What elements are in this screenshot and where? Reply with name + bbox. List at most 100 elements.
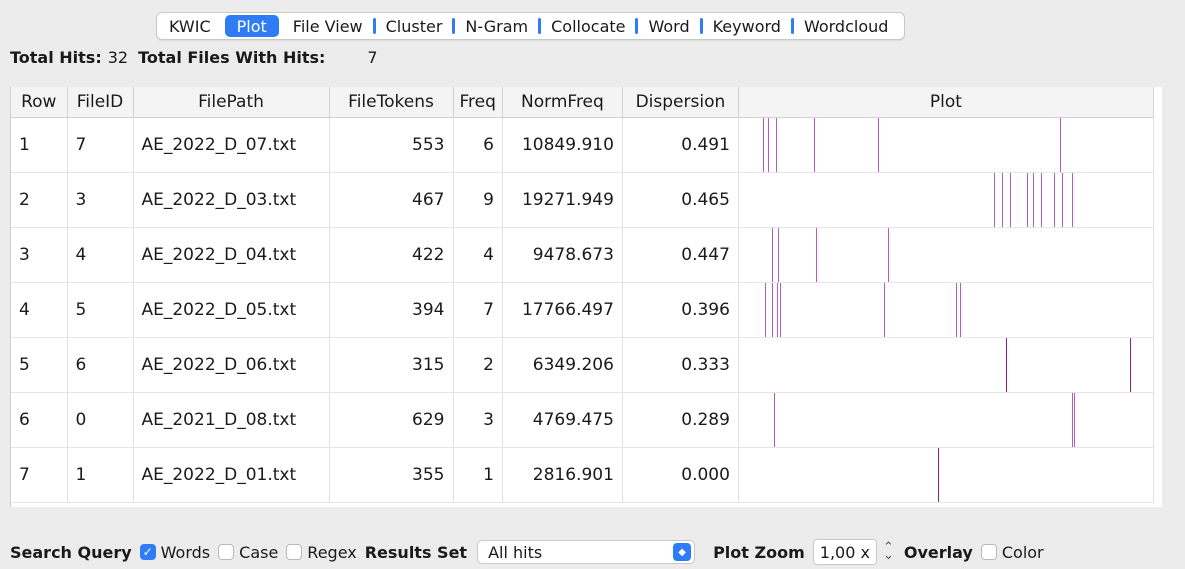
cell-freq: 3 — [453, 392, 503, 448]
cell-fileid: 0 — [67, 392, 134, 448]
cell-filepath: AE_2022_D_07.txt — [133, 117, 330, 173]
cell-filepath: AE_2022_D_04.txt — [133, 227, 330, 283]
tab-plot[interactable]: Plot — [224, 15, 279, 37]
cell-dispersion: 0.491 — [622, 117, 739, 173]
total-hits-label: Total Hits: — [10, 48, 102, 67]
zoom-stepper-icon[interactable]: ⌃ ⌄ — [883, 541, 894, 562]
total-hits-value: 32 — [107, 48, 129, 67]
cell-freq: 4 — [453, 227, 503, 283]
plot-zoom-input[interactable]: 1,00 x — [812, 539, 877, 565]
cell-normfreq: 4769.475 — [502, 392, 623, 448]
regex-label: Regex — [307, 542, 357, 562]
dispersion-plot — [937, 448, 939, 502]
cell-row: 3 — [11, 227, 68, 283]
total-files-value: 7 — [367, 48, 378, 67]
cell-filepath: AE_2022_D_06.txt — [133, 337, 330, 393]
cell-fileid: 4 — [67, 227, 134, 283]
case-label: Case — [239, 542, 279, 562]
table-row[interactable]: 1 7 AE_2022_D_07.txt 553 6 10849.910 0.491 — [11, 117, 1154, 173]
cell-tokens: 315 — [329, 337, 454, 393]
color-label: Color — [1001, 542, 1044, 562]
cell-plot — [738, 392, 1154, 448]
cell-fileid: 5 — [67, 282, 134, 338]
results-table[interactable]: Row FileID FilePath FileTokens Freq NormFreq D… — [10, 87, 1162, 507]
cell-tokens: 467 — [329, 172, 454, 228]
cell-row: 1 — [11, 117, 68, 173]
cell-row: 4 — [11, 282, 68, 338]
cell-filepath: AE_2021_D_08.txt — [133, 392, 330, 448]
dispersion-plot — [773, 393, 1075, 447]
dispersion-plot — [762, 118, 1061, 172]
cell-tokens: 422 — [329, 227, 454, 283]
column-header-filepath[interactable]: FilePath — [133, 87, 330, 118]
cell-plot — [738, 282, 1154, 338]
tab-cluster[interactable]: Cluster — [376, 13, 453, 39]
regex-checkbox[interactable]: Regex — [286, 542, 357, 562]
tab-wordcloud[interactable]: Wordcloud — [794, 13, 898, 39]
cell-dispersion: 0.333 — [622, 337, 739, 393]
overlay-label: Overlay — [903, 542, 973, 562]
table-row[interactable]: 5 6 AE_2022_D_06.txt 315 2 6349.206 0.333 — [11, 337, 1154, 393]
cell-row: 5 — [11, 337, 68, 393]
cell-dispersion: 0.447 — [622, 227, 739, 283]
tab-word[interactable]: Word — [638, 13, 699, 39]
plot-table: Row FileID FilePath FileTokens Freq NormFreq D… — [11, 87, 1154, 503]
tab-keyword[interactable]: Keyword — [703, 13, 791, 39]
table-header: Row FileID FilePath FileTokens Freq NormFreq D… — [11, 87, 1154, 118]
words-checkbox[interactable]: ✓ Words — [139, 542, 211, 562]
cell-row: 2 — [11, 172, 68, 228]
table-row[interactable]: 7 1 AE_2022_D_01.txt 355 1 2816.901 0.000 — [11, 447, 1154, 503]
tab-kwic[interactable]: KWIC — [159, 13, 221, 39]
cell-freq: 7 — [453, 282, 503, 338]
total-files-label: Total Files With Hits: — [138, 48, 326, 67]
column-header-normfreq[interactable]: NormFreq — [502, 87, 623, 118]
column-header-fileid[interactable]: FileID — [67, 87, 134, 118]
dispersion-plot — [771, 228, 889, 282]
results-set-value: All hits — [488, 542, 543, 562]
table-row[interactable]: 4 5 AE_2022_D_05.txt 394 7 17766.497 0.396 — [11, 282, 1154, 338]
check-icon: ✓ — [139, 544, 156, 560]
cell-normfreq: 10849.910 — [502, 117, 623, 173]
tab-n-gram[interactable]: N-Gram — [455, 13, 538, 39]
bottom-toolbar: Search Query ✓ Words Case Regex Results … — [0, 538, 1185, 566]
cell-row: 7 — [11, 447, 68, 503]
words-label: Words — [160, 542, 211, 562]
plot-zoom-label: Plot Zoom — [713, 542, 805, 562]
results-set-label: Results Set — [364, 542, 468, 562]
hits-summary: Total Hits: 32 Total Files With Hits: 7 — [10, 48, 378, 67]
cell-dispersion: 0.465 — [622, 172, 739, 228]
results-set-select[interactable]: All hits ◆ — [477, 540, 696, 564]
case-checkbox[interactable]: Case — [218, 543, 278, 562]
cell-freq: 6 — [453, 117, 503, 173]
table-row[interactable]: 6 0 AE_2021_D_08.txt 629 3 4769.475 0.289 — [11, 392, 1154, 448]
dispersion-plot — [764, 283, 961, 337]
column-header-plot[interactable]: Plot — [738, 87, 1154, 118]
cell-normfreq: 9478.673 — [502, 227, 623, 283]
tab-file-view[interactable]: File View — [283, 13, 373, 39]
cell-freq: 1 — [453, 447, 503, 503]
cell-normfreq: 17766.497 — [502, 282, 623, 338]
dispersion-plot — [1005, 338, 1131, 392]
cell-normfreq: 2816.901 — [502, 447, 623, 503]
cell-dispersion: 0.396 — [622, 282, 739, 338]
cell-filepath: AE_2022_D_01.txt — [133, 447, 330, 503]
tab-collocate[interactable]: Collocate — [541, 13, 635, 39]
cell-dispersion: 0.289 — [622, 392, 739, 448]
table-row[interactable]: 3 4 AE_2022_D_04.txt 422 4 9478.673 0.447 — [11, 227, 1154, 283]
tab-bar: KWIC Plot File View Cluster N-Gram Collocate W… — [156, 12, 906, 40]
cell-plot — [738, 447, 1154, 503]
column-header-row[interactable]: Row — [11, 87, 68, 118]
cell-plot — [738, 117, 1154, 173]
cell-filepath: AE_2022_D_03.txt — [133, 172, 330, 228]
cell-row: 6 — [11, 392, 68, 448]
column-header-freq[interactable]: Freq — [453, 87, 503, 118]
column-header-filetokens[interactable]: FileTokens — [329, 87, 454, 118]
updown-chevron-icon: ◆ — [673, 543, 692, 561]
cell-plot — [738, 337, 1154, 393]
cell-plot — [738, 227, 1154, 283]
column-header-dispersion[interactable]: Dispersion — [622, 87, 739, 118]
cell-filepath: AE_2022_D_05.txt — [133, 282, 330, 338]
cell-dispersion: 0.000 — [622, 447, 739, 503]
color-checkbox[interactable]: Color — [980, 542, 1044, 562]
table-row[interactable]: 2 3 AE_2022_D_03.txt 467 9 19271.949 0.465 — [11, 172, 1154, 228]
